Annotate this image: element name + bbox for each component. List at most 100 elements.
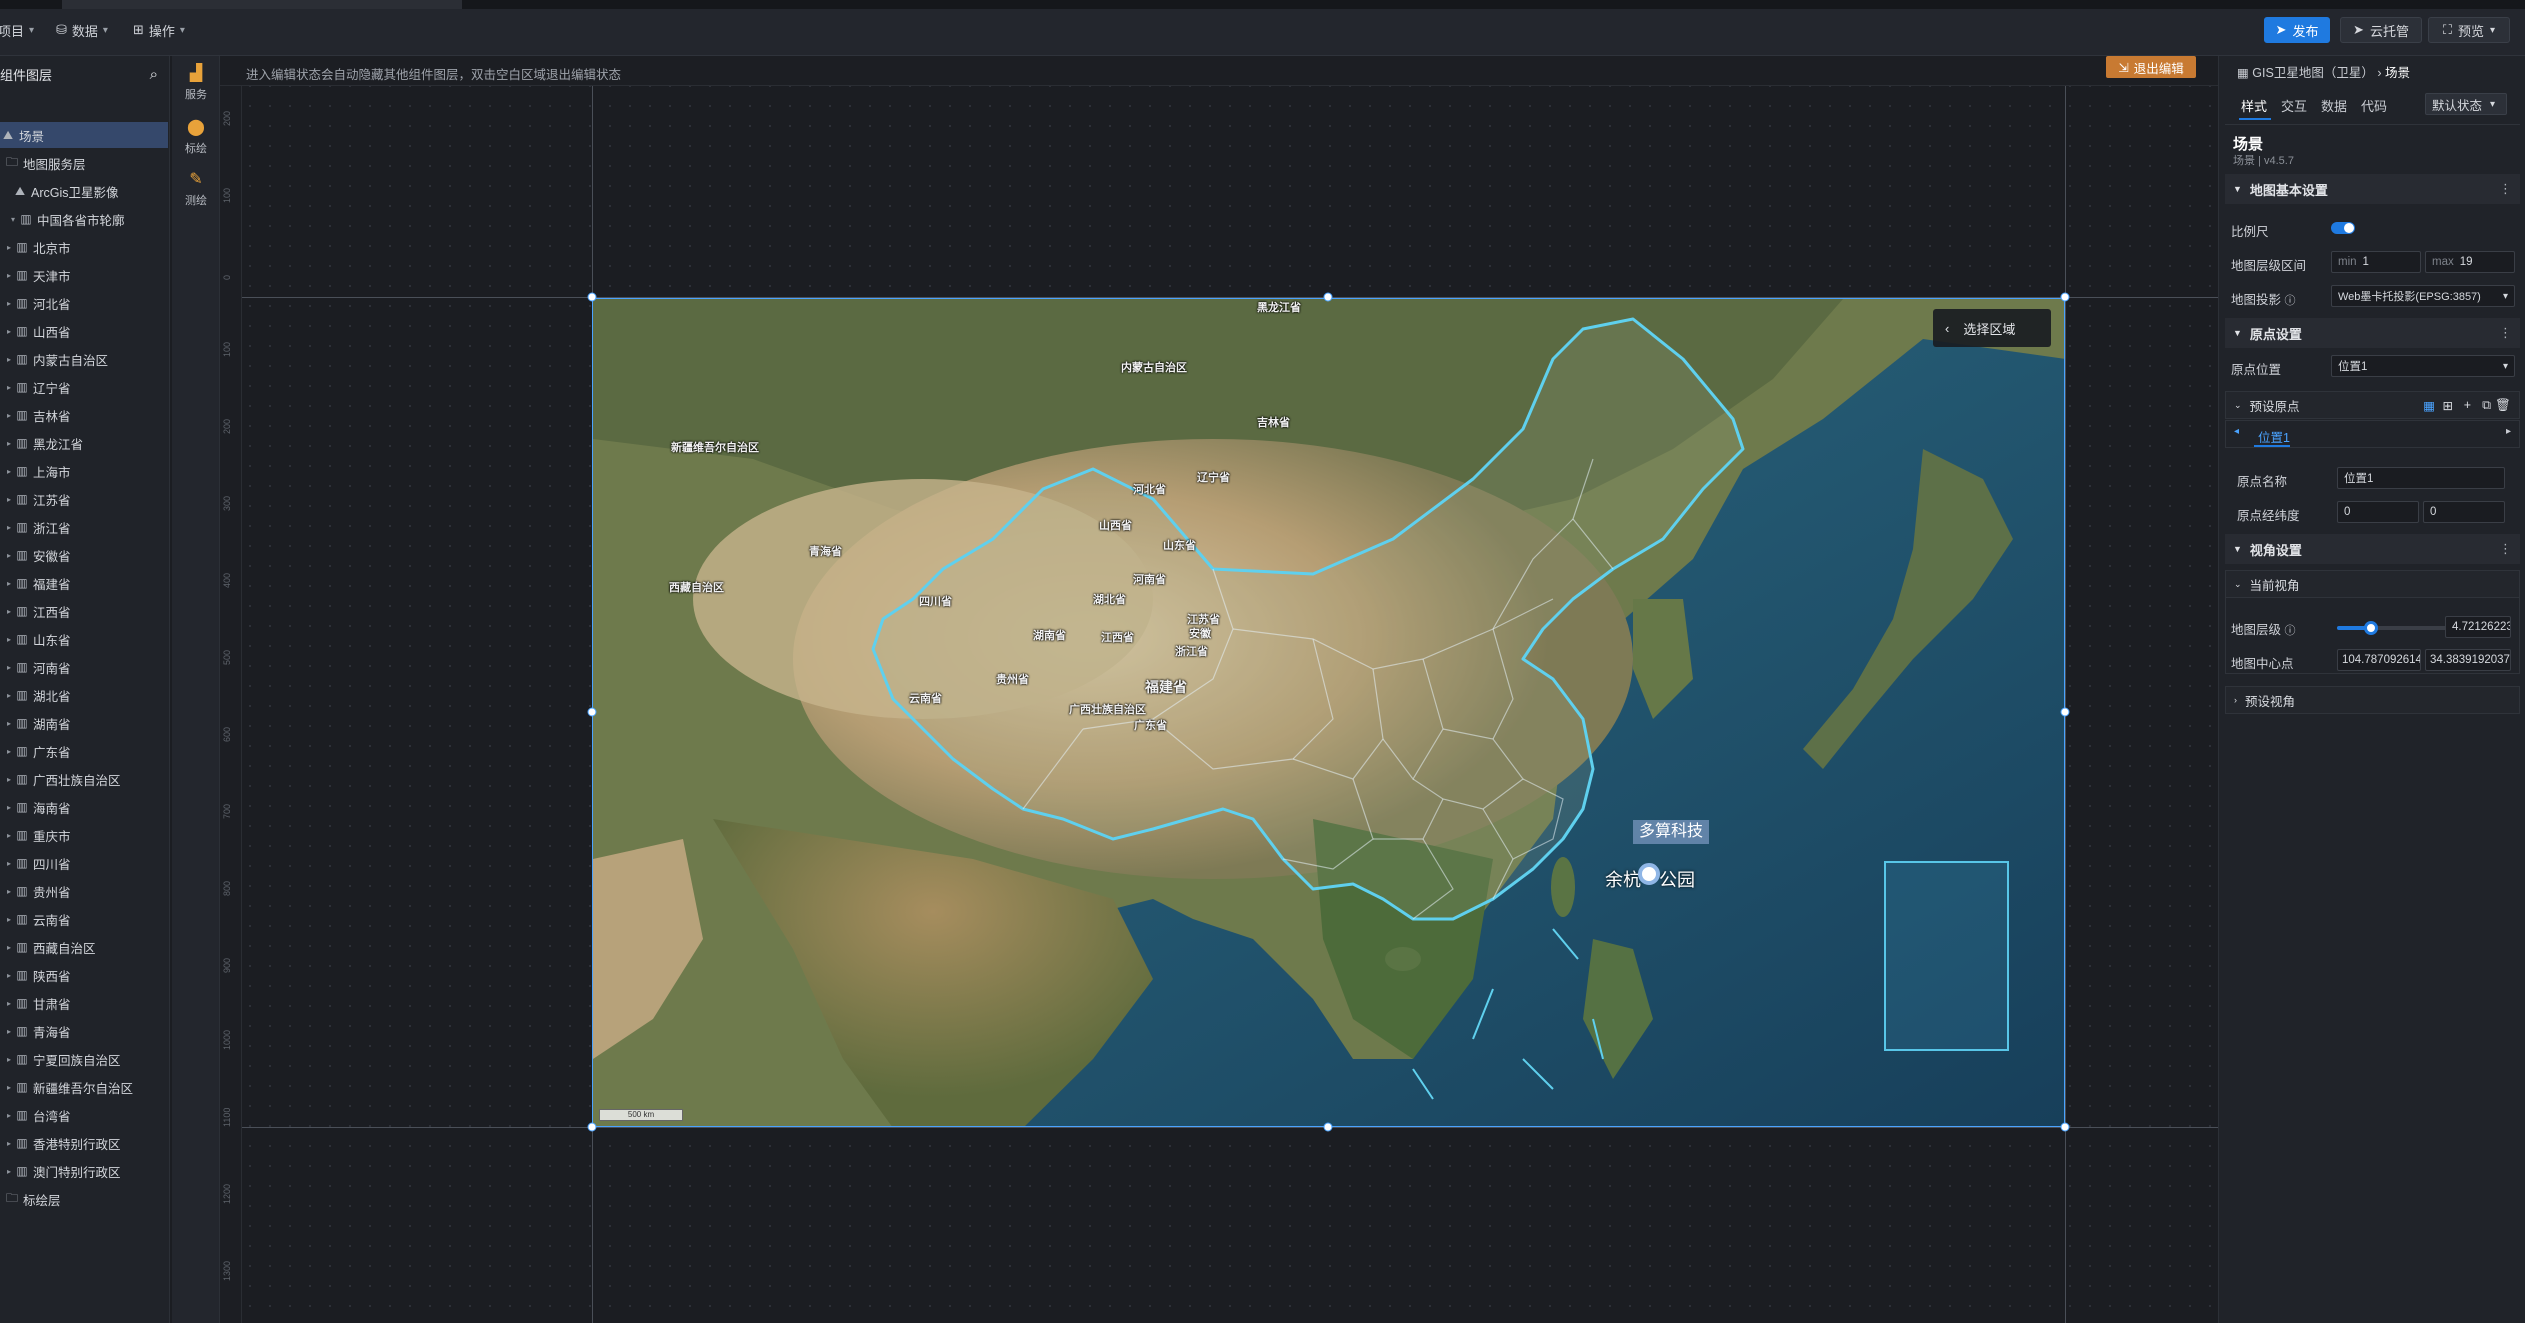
resize-handle-top-left[interactable] xyxy=(587,292,597,302)
satellite-map[interactable]: ‹ 选择区域 500 km 黑龙江省 内蒙古自治区 吉林省 辽宁省 新疆维吾尔自治区 河北… xyxy=(592,298,2065,1127)
expand-arrow-icon[interactable]: ▸ xyxy=(4,663,14,672)
layer-item[interactable]: ▸ ▥ 黑龙江省 xyxy=(0,430,170,456)
origin-tab[interactable]: 位置1 xyxy=(2258,427,2290,446)
editor-canvas[interactable]: 进入编辑状态会自动隐藏其他组件图层，双击空白区域退出编辑状态 ⇲ 退出编辑 200… xyxy=(220,56,2218,1323)
section-map-basic[interactable]: ▼ 地图基本设置 ⋮ xyxy=(2225,174,2520,204)
tab-data[interactable]: 数据 xyxy=(2321,96,2347,115)
expand-arrow-icon[interactable]: ▸ xyxy=(4,1055,14,1064)
resize-handle-top-right[interactable] xyxy=(2060,292,2070,302)
zoom-min-input[interactable]: min 1 xyxy=(2331,251,2421,273)
section-origin[interactable]: ▼ 原点设置 ⋮ xyxy=(2225,318,2520,348)
layer-item[interactable]: ▸ ▥ 台湾省 xyxy=(0,1102,170,1128)
expand-arrow-icon[interactable]: ▸ xyxy=(4,579,14,588)
grid-icon[interactable]: ▦ xyxy=(2423,398,2435,413)
layer-item[interactable]: ▸ ▥ 新疆维吾尔自治区 xyxy=(0,1074,170,1100)
layer-item[interactable]: ▸ ▥ 广西壮族自治区 xyxy=(0,766,170,792)
menu-project[interactable]: 项目 ▾ xyxy=(0,20,34,40)
map-center-lng-input[interactable]: 104.7870926149 xyxy=(2337,649,2421,671)
scale-toggle[interactable] xyxy=(2331,222,2355,234)
layer-item[interactable]: ▸ ▥ 山西省 xyxy=(0,318,170,344)
expand-arrow-icon[interactable]: ▸ xyxy=(4,971,14,980)
expand-arrow-icon[interactable]: ▸ xyxy=(4,943,14,952)
layer-item[interactable]: ▸ ▥ 安徽省 xyxy=(0,542,170,568)
layer-item[interactable]: ▸ ▥ 宁夏回族自治区 xyxy=(0,1046,170,1072)
layer-item[interactable]: ▸ ▥ 西藏自治区 xyxy=(0,934,170,960)
tool-measure[interactable]: ✎ 测绘 xyxy=(172,164,220,212)
map-center-lat-input[interactable]: 34.3839192037( xyxy=(2425,649,2511,671)
origin-position-select[interactable]: 位置1 ▾ xyxy=(2331,355,2515,377)
menu-data[interactable]: ⛁ 数据 ▾ xyxy=(56,20,108,40)
tool-plot[interactable]: ⬤ 标绘 xyxy=(172,112,220,160)
layer-item[interactable]: ▸ ▥ 吉林省 xyxy=(0,402,170,428)
layer-item[interactable]: ▸ ▥ 广东省 xyxy=(0,738,170,764)
more-icon[interactable]: ⋮ xyxy=(2499,181,2512,197)
expand-arrow-icon[interactable]: ▸ xyxy=(4,1111,14,1120)
expand-arrow-icon[interactable]: ▸ xyxy=(4,355,14,364)
preset-origin-header[interactable]: ⌄ 预设原点 ▦ ⊞ + ⧉ 🗑 xyxy=(2225,391,2520,419)
layer-item[interactable]: ▸ ▥ 浙江省 xyxy=(0,514,170,540)
resize-handle-bottom-right[interactable] xyxy=(2060,1122,2070,1132)
poi-marker[interactable] xyxy=(1638,863,1660,885)
table-icon[interactable]: ⊞ xyxy=(2443,398,2453,413)
tab-style[interactable]: 样式 xyxy=(2241,96,2267,115)
expand-arrow-icon[interactable]: ▸ xyxy=(4,299,14,308)
layer-item[interactable]: ▸ ▥ 上海市 xyxy=(0,458,170,484)
expand-arrow-icon[interactable]: ▸ xyxy=(4,467,14,476)
expand-arrow-icon[interactable]: ▸ xyxy=(4,1083,14,1092)
layer-item[interactable]: ▸ ▥ 河南省 xyxy=(0,654,170,680)
expand-arrow-icon[interactable]: ▸ xyxy=(4,719,14,728)
tool-service[interactable]: ▟ 服务 xyxy=(172,58,220,106)
expand-arrow-icon[interactable]: ▸ xyxy=(4,635,14,644)
layer-item[interactable]: ▸ ▥ 贵州省 xyxy=(0,878,170,904)
expand-arrow-icon[interactable]: ▸ xyxy=(4,383,14,392)
layer-item[interactable]: ▸ ▥ 香港特别行政区 xyxy=(0,1130,170,1156)
expand-arrow-icon[interactable]: ▸ xyxy=(4,803,14,812)
expand-arrow-icon[interactable]: ▸ xyxy=(4,691,14,700)
layer-item[interactable]: ▸ ▥ 福建省 xyxy=(0,570,170,596)
preview-button[interactable]: ⛶ 预览 ▾ xyxy=(2428,17,2510,43)
layer-item[interactable]: ▸ ▥ 重庆市 xyxy=(0,822,170,848)
layer-item[interactable]: ⛰ ArcGis卫星影像 xyxy=(0,178,170,204)
menu-operation[interactable]: ⊞ 操作 ▾ xyxy=(133,20,185,40)
expand-arrow-icon[interactable]: ▸ xyxy=(4,271,14,280)
expand-arrow-icon[interactable]: ▸ xyxy=(4,999,14,1008)
layer-item[interactable]: ▸ ▥ 澳门特别行政区 xyxy=(0,1158,170,1184)
layer-item[interactable]: ▸ ▥ 天津市 xyxy=(0,262,170,288)
origin-lat-input[interactable]: 0 xyxy=(2423,501,2505,523)
layer-item[interactable]: ▸ ▥ 青海省 xyxy=(0,1018,170,1044)
delete-icon[interactable]: 🗑 xyxy=(2495,398,2511,413)
expand-arrow-icon[interactable]: ▸ xyxy=(4,747,14,756)
resize-handle-top[interactable] xyxy=(1323,292,1333,302)
tab-interaction[interactable]: 交互 xyxy=(2281,96,2307,115)
expand-arrow-icon[interactable]: ▸ xyxy=(4,607,14,616)
layer-item[interactable]: ▸ ▥ 江西省 xyxy=(0,598,170,624)
copy-icon[interactable]: ⧉ xyxy=(2482,398,2491,413)
state-select[interactable]: 默认状态 ▾ xyxy=(2425,93,2507,115)
expand-arrow-icon[interactable]: ▸ xyxy=(4,1139,14,1148)
map-zoom-slider-knob[interactable] xyxy=(2363,621,2378,635)
expand-arrow-icon[interactable]: ▸ xyxy=(4,495,14,504)
breadcrumb-root[interactable]: GIS卫星地图（卫星） xyxy=(2252,66,2374,80)
expand-arrow-icon[interactable]: ▸ xyxy=(4,831,14,840)
resize-handle-right[interactable] xyxy=(2060,707,2070,717)
layer-item[interactable]: ▸ ▥ 湖北省 xyxy=(0,682,170,708)
origin-lng-input[interactable]: 0 xyxy=(2337,501,2419,523)
layer-item[interactable]: ▸ ▥ 山东省 xyxy=(0,626,170,652)
projection-select[interactable]: Web墨卡托投影(EPSG:3857) ▾ xyxy=(2331,285,2515,307)
layer-item[interactable]: ▸ ▥ 甘肃省 xyxy=(0,990,170,1016)
zoom-max-input[interactable]: max 19 xyxy=(2425,251,2515,273)
current-view-header[interactable]: ⌄ 当前视角 xyxy=(2225,570,2520,598)
layer-item[interactable]: ▸ ▥ 北京市 xyxy=(0,234,170,260)
expand-arrow-icon[interactable]: ▸ xyxy=(4,439,14,448)
cloud-hosting-button[interactable]: ➤ 云托管 xyxy=(2340,17,2422,43)
chevron-right-icon[interactable]: ▸ xyxy=(2506,426,2511,437)
layer-item[interactable]: ▸ ▥ 云南省 xyxy=(0,906,170,932)
more-icon[interactable]: ⋮ xyxy=(2499,541,2512,557)
expand-arrow-icon[interactable]: ▸ xyxy=(4,411,14,420)
preset-view-header[interactable]: › 预设视角 xyxy=(2225,686,2520,714)
layer-item[interactable]: ▾ ▥ 中国各省市轮廓 xyxy=(0,206,170,232)
expand-arrow-icon[interactable]: ▸ xyxy=(4,523,14,532)
more-icon[interactable]: ⋮ xyxy=(2499,325,2512,341)
layer-item[interactable]: ▸ ▥ 湖南省 xyxy=(0,710,170,736)
origin-name-input[interactable]: 位置1 xyxy=(2337,467,2505,489)
